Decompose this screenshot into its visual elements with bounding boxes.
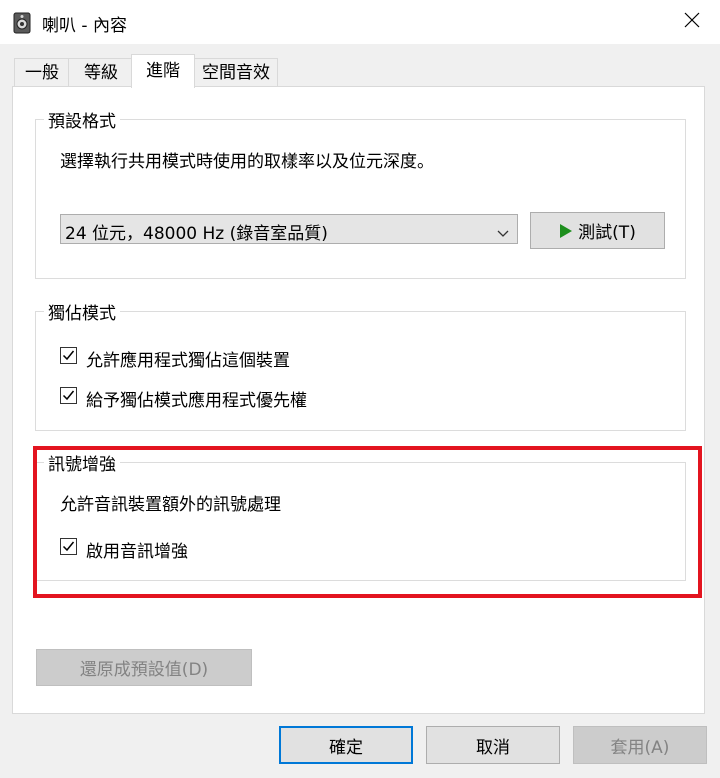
cancel-button[interactable]: 取消 [426,726,560,764]
enable-audio-enhancements-label: 啟用音訊增強 [86,542,188,562]
exclusive-mode-group: 獨佔模式 [35,299,686,431]
tab-spatial-sound[interactable]: 空間音效 [194,58,278,87]
play-icon [559,223,573,239]
signal-enhancements-description: 允許音訊裝置額外的訊號處理 [60,495,281,515]
checkbox-box [60,387,77,404]
apply-button[interactable]: 套用(A) [573,726,707,764]
allow-exclusive-label: 允許應用程式獨佔這個裝置 [86,351,290,371]
default-format-description: 選擇執行共用模式時使用的取樣率以及位元深度。 [60,152,434,172]
speaker-icon [12,12,32,34]
chevron-down-icon [497,223,509,243]
checkbox-box [60,538,77,555]
priority-exclusive-checkbox[interactable]: 給予獨佔模式應用程式優先權 [60,386,360,411]
signal-enhancements-group: 訊號增強 [35,450,686,581]
check-icon [62,541,75,552]
exclusive-mode-legend: 獨佔模式 [44,299,120,324]
window-title: 喇叭 - 內容 [42,16,127,36]
priority-exclusive-label: 給予獨佔模式應用程式優先權 [86,391,307,411]
format-dropdown-value: 24 位元，48000 Hz (錄音室品質) [65,224,328,244]
title-bar: 喇叭 - 內容 [0,0,720,44]
default-format-legend: 預設格式 [44,107,120,132]
enable-audio-enhancements-checkbox[interactable]: 啟用音訊增強 [60,537,260,562]
checkbox-box [60,347,77,364]
default-format-group: 預設格式 [35,107,686,279]
allow-exclusive-checkbox[interactable]: 允許應用程式獨佔這個裝置 [60,346,360,371]
tab-general[interactable]: 一般 [14,58,70,87]
test-button[interactable]: 測試(T) [530,212,665,249]
format-dropdown[interactable]: 24 位元，48000 Hz (錄音室品質) [60,214,518,244]
check-icon [62,350,75,361]
tab-strip: 一般 等級 進階 空間音效 [12,54,702,88]
ok-button[interactable]: 確定 [279,726,413,764]
check-icon [62,390,75,401]
test-button-label: 測試(T) [578,223,636,243]
tab-levels[interactable]: 等級 [68,58,134,87]
close-icon [684,12,700,33]
properties-window: 喇叭 - 內容 一般 等級 進階 空間音效 預設格式 選擇執行共用模式時使用的取… [0,0,720,778]
restore-defaults-button[interactable]: 還原成預設值(D) [36,649,252,686]
signal-enhancements-legend: 訊號增強 [44,450,120,475]
tab-advanced[interactable]: 進階 [131,54,195,88]
close-button[interactable] [664,0,720,44]
